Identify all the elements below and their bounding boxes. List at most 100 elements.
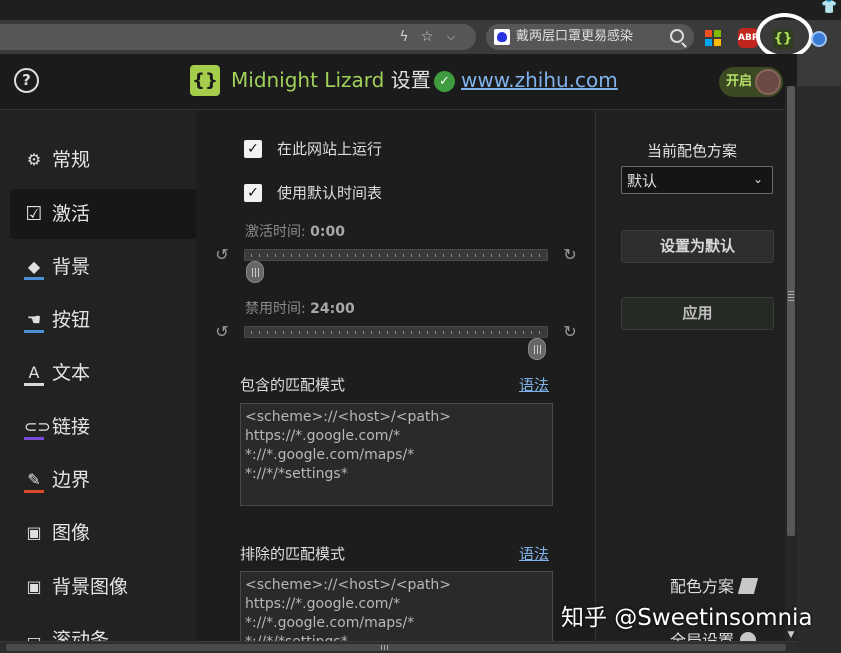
reset-forward-icon[interactable]: ↻: [561, 323, 579, 341]
paint-bucket-icon: ◆: [24, 257, 44, 280]
horizontal-scrollbar[interactable]: [0, 641, 797, 653]
sidebar-item-label: 背景图像: [52, 576, 129, 598]
pencil-icon: ✎: [24, 470, 44, 493]
title-suffix: 设置: [384, 68, 431, 92]
search-box[interactable]: 戴两层口罩更易感染: [486, 24, 694, 50]
check-circle-icon: ☑: [25, 203, 43, 225]
lizard-logo-icon: {}: [190, 65, 220, 96]
sidebar-item-images[interactable]: ▣ 图像: [10, 508, 196, 558]
chevron-down-icon: ⌄: [752, 172, 764, 186]
reset-history-icon[interactable]: ↺: [213, 323, 231, 341]
page-title: Midnight Lizard 设置: [231, 67, 431, 93]
sidebar-item-label: 链接: [52, 416, 91, 438]
image-icon: ▣: [26, 523, 42, 542]
lightning-icon[interactable]: ϟ: [396, 29, 412, 45]
site-link[interactable]: www.zhihu.com: [461, 67, 618, 93]
adblock-icon[interactable]: ABP: [738, 28, 758, 48]
shirt-icon[interactable]: 👕: [821, 1, 837, 15]
title-bar: 👕: [0, 0, 841, 20]
sidebar-item-background-images[interactable]: ▣ 背景图像: [10, 562, 196, 612]
sidebar-item-label: 边界: [52, 469, 91, 491]
sidebar-item-label: 激活: [52, 203, 91, 225]
app-name: Midnight Lizard: [231, 68, 385, 92]
sidebar-item-label: 按钮: [52, 309, 91, 331]
sidebar-item-links[interactable]: ⊂⊃ 链接: [10, 402, 196, 452]
activate-time-caption: 激活时间:: [245, 224, 311, 240]
sidebar-item-borders[interactable]: ✎ 边界: [10, 455, 196, 505]
exclude-syntax-link[interactable]: 语法: [519, 544, 549, 564]
run-on-site-checkbox[interactable]: ✓: [244, 140, 262, 158]
deactivate-time-caption: 禁用时间:: [245, 301, 311, 317]
sidebar-item-general[interactable]: ⚙ 常规: [10, 135, 196, 185]
vertical-scrollbar-thumb[interactable]: [787, 86, 795, 536]
enable-toggle[interactable]: 开启: [719, 67, 783, 97]
sidebar-item-label: 常规: [52, 149, 91, 171]
link-icon: ⊂⊃: [24, 417, 51, 440]
activate-time-thumb[interactable]: [246, 261, 264, 283]
address-bar[interactable]: ϟ ☆ ⌵: [0, 24, 476, 50]
sidebar: ⚙ 常规 ☑ 激活 ◆ 背景 ☚ 按钮 A 文本 ⊂⊃ 链接 ✎ 边界 ▣ 图像…: [0, 111, 196, 653]
set-default-button[interactable]: 设置为默认: [621, 230, 774, 263]
activate-time-slider[interactable]: [244, 249, 548, 261]
activation-panel: ✓ 在此网站上运行 ✓ 使用默认时间表 激活时间: 0:00 ↺ ↻ 禁用时间:…: [196, 111, 596, 653]
sidebar-item-label: 文本: [52, 362, 91, 384]
color-schemes-link[interactable]: 配色方案: [670, 577, 759, 597]
button-icon: ☚: [24, 310, 44, 333]
search-text: 戴两层口罩更易感染: [516, 29, 634, 44]
scrollbar-grip: [381, 645, 389, 650]
deactivate-time-thumb[interactable]: [528, 338, 546, 360]
sidebar-item-label: 背景: [52, 256, 91, 278]
horizontal-scrollbar-thumb[interactable]: [6, 644, 786, 651]
sidebar-item-buttons[interactable]: ☚ 按钮: [10, 295, 196, 345]
activate-time-label: 激活时间: 0:00: [245, 223, 345, 241]
color-schemes-label: 配色方案: [670, 577, 735, 596]
screenshot-root: 👕 ϟ ☆ ⌵ 戴两层口罩更易感染 ABP {} ? {} Midnight L…: [0, 0, 841, 653]
midnight-lizard-popup: ? {} Midnight Lizard 设置 ✓ www.zhihu.com …: [0, 54, 797, 653]
site-enabled-check-icon: ✓: [434, 71, 455, 92]
microsoft-icon[interactable]: [705, 30, 721, 46]
current-scheme-label: 当前配色方案: [647, 142, 738, 160]
star-icon[interactable]: ☆: [419, 29, 435, 45]
sidebar-item-text[interactable]: A 文本: [10, 348, 196, 398]
deactivate-time-value: 24:00: [310, 301, 355, 317]
popup-header: ? {} Midnight Lizard 设置 ✓ www.zhihu.com …: [0, 54, 797, 110]
include-patterns-label: 包含的匹配模式: [240, 376, 346, 394]
slider-ticks: [251, 331, 541, 334]
color-scheme-value: 默认: [627, 172, 658, 190]
vertical-scrollbar[interactable]: [785, 86, 797, 641]
default-schedule-label: 使用默认时间表: [277, 184, 383, 202]
run-on-site-label: 在此网站上运行: [277, 140, 383, 158]
include-syntax-link[interactable]: 语法: [519, 375, 549, 395]
watermark: 知乎 @Sweetinsomnia: [561, 605, 813, 631]
search-icon[interactable]: [670, 29, 684, 43]
sidebar-item-activation[interactable]: ☑ 激活: [10, 189, 196, 239]
scrollbar-grip: [788, 291, 794, 301]
color-scheme-select[interactable]: 默认 ⌄: [621, 166, 773, 194]
baidu-icon: [494, 29, 510, 45]
deactivate-time-label: 禁用时间: 24:00: [245, 300, 355, 318]
chevron-down-icon[interactable]: ⌵: [443, 29, 459, 45]
gear-icon: ⚙: [26, 150, 42, 169]
browser-toolbar: ϟ ☆ ⌵ 戴两层口罩更易感染 ABP {}: [0, 20, 841, 54]
extension-blue-icon[interactable]: [811, 31, 827, 47]
default-schedule-checkbox[interactable]: ✓: [244, 184, 262, 202]
deactivate-time-slider[interactable]: [244, 326, 548, 338]
eraser-icon: [737, 578, 759, 594]
sidebar-item-label: 图像: [52, 522, 91, 544]
help-icon[interactable]: ?: [14, 68, 39, 93]
toggle-knob[interactable]: [755, 69, 781, 95]
background-image-icon: ▣: [26, 577, 42, 596]
highlight-ring: [756, 13, 813, 59]
reset-forward-icon[interactable]: ↻: [561, 246, 579, 264]
apply-button[interactable]: 应用: [621, 297, 774, 330]
text-icon: A: [24, 363, 44, 386]
activate-time-value: 0:00: [310, 224, 345, 240]
reset-history-icon[interactable]: ↺: [213, 246, 231, 264]
page-background: [797, 54, 841, 86]
slider-ticks: [251, 254, 541, 257]
exclude-patterns-label: 排除的匹配模式: [240, 545, 346, 563]
color-scheme-panel: 当前配色方案 默认 ⌄ 设置为默认 应用 配色方案 全局设置: [597, 111, 797, 653]
toggle-label: 开启: [726, 74, 753, 89]
include-patterns-textarea[interactable]: <scheme>://<host>/<path> https://*.googl…: [240, 403, 553, 506]
sidebar-item-background[interactable]: ◆ 背景: [10, 242, 196, 292]
